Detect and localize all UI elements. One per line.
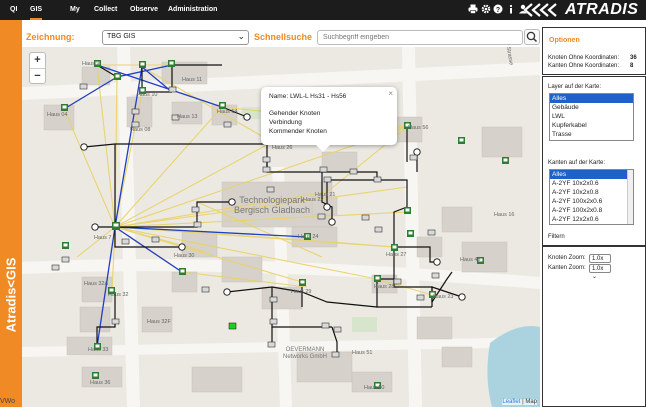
layer-option[interactable]: LWL: [550, 112, 633, 121]
search-input[interactable]: [317, 30, 523, 45]
map-label: Haus 33: [88, 347, 109, 353]
edge-option[interactable]: Alles: [550, 170, 633, 179]
zoom-out-button[interactable]: −: [30, 68, 45, 83]
map-label: Haus 26: [272, 145, 293, 151]
search-icon: [526, 31, 538, 43]
layer-listbox[interactable]: Alles Gebäude LWL Kupferkabel Trasse: [549, 93, 634, 141]
stat-edges-without-coords: Kanten Ohne Koordinaten: 8: [548, 63, 634, 69]
options-title: Optionen: [549, 37, 580, 44]
version-tag: VWo: [0, 398, 16, 405]
map-label: Haus 11: [182, 77, 203, 83]
edge-option[interactable]: A-2YF 10x2x0.6: [550, 179, 633, 188]
sidebar-title: Atradis<GIS: [3, 257, 19, 333]
nav-collect[interactable]: Collect: [94, 0, 117, 20]
top-navigation-bar: QI GIS My Collect Observe Administration…: [0, 0, 646, 20]
map-label: Haus 24: [298, 234, 319, 240]
leaflet-link[interactable]: Leaflet: [502, 399, 520, 405]
map-attribution: Leaflet | Map: [502, 399, 537, 405]
search-button[interactable]: [524, 29, 540, 45]
map-label: Haus 27: [386, 252, 407, 258]
popup-line[interactable]: Verbindung: [269, 118, 389, 127]
stat-nodes-without-coords: Knoten Ohne Koordinaten: 36: [548, 55, 637, 61]
edge-option[interactable]: A-2YF 10x2x0.8: [550, 188, 633, 197]
map-label: Haus 56: [408, 125, 429, 131]
map-label: Haus 50: [364, 385, 385, 391]
map-label: Haus 13: [177, 114, 198, 120]
info-icon[interactable]: [505, 4, 516, 15]
edge-option[interactable]: A-2YF 100x2x0.8: [550, 206, 633, 215]
atradis-logo-chevrons-icon: [523, 3, 557, 17]
map-label: Haus 14: [217, 109, 238, 115]
map-label: Haus 29: [291, 289, 312, 295]
map-label: Haus 32A: [84, 281, 109, 287]
layer-option[interactable]: Trasse: [550, 130, 633, 139]
nav-administration[interactable]: Administration: [168, 0, 217, 20]
map-canvas[interactable]: Haus 9 Haus 11 Haus 04 Haus 08 Haus 13 H…: [22, 47, 540, 407]
popup-line[interactable]: Kommender Knoten: [269, 127, 389, 136]
edge-option[interactable]: A-2YF 12x2x0.6: [550, 215, 633, 224]
help-icon[interactable]: ?: [492, 4, 503, 15]
nav-observe[interactable]: Observe: [130, 0, 158, 20]
layer-option[interactable]: Gebäude: [550, 103, 633, 112]
map-label: Haus 46: [460, 257, 481, 263]
layer-label: Layer auf der Karte:: [548, 84, 602, 90]
map-label: Haus 04: [47, 112, 68, 118]
chevron-down-icon: ⌄: [237, 31, 245, 41]
popup-title: Name: LWL-L Hs31 - Hs56: [269, 93, 347, 100]
svg-text:?: ?: [495, 7, 499, 14]
gear-icon[interactable]: [480, 4, 491, 15]
options-panel: Optionen Knoten Ohne Koordinaten: 36 Kant…: [542, 27, 646, 407]
close-icon[interactable]: ×: [388, 89, 393, 98]
map-label: Haus 08: [130, 127, 151, 133]
drawing-label: Zeichnung:: [26, 32, 75, 42]
zoom-settings-box: Knoten Zoom: 1.0x ⌄ Kanten Zoom: 1.0x ⌄: [542, 246, 646, 407]
filter-box: Layer auf der Karte: Alles Gebäude LWL K…: [542, 76, 646, 246]
edge-info-popup: × Name: LWL-L Hs31 - Hs56 Gehender Knote…: [261, 87, 397, 152]
edges-label: Kanten auf der Karte:: [548, 160, 606, 166]
map-label: Haus 51: [352, 350, 373, 356]
quicksearch-label: Schnellsuche: [254, 32, 313, 42]
edges-listbox[interactable]: Alles A-2YF 10x2x0.6 A-2YF 10x2x0.8 A-2Y…: [549, 169, 634, 225]
zoom-control: + −: [29, 52, 46, 84]
edges-scrollbar[interactable]: [627, 170, 633, 224]
map-label: Haus 9: [82, 61, 100, 67]
nav-qi[interactable]: QI: [10, 0, 17, 20]
drawing-select[interactable]: TBG GIS ⌄: [102, 30, 249, 45]
nav-my[interactable]: My: [70, 0, 80, 20]
node-zoom-label: Knoten Zoom:: [548, 255, 586, 261]
map-label: Haus 28: [374, 284, 395, 290]
map-credit: | Map: [522, 399, 537, 405]
map-toolbar: Zeichnung: TBG GIS ⌄ Schnellsuche: [22, 27, 540, 47]
nav-gis[interactable]: GIS: [30, 0, 43, 20]
brand-logo[interactable]: ATRADIS: [565, 1, 638, 19]
park-title: Technologiepark Bergisch Gladbach: [233, 195, 311, 215]
map-label: Haus 30: [174, 253, 195, 259]
edge-zoom-label: Kanten Zoom:: [548, 265, 586, 271]
map-label: Haus 36: [90, 380, 111, 386]
print-icon[interactable]: [467, 4, 478, 15]
app-sidebar: Atradis<GIS: [0, 20, 22, 407]
zoom-in-button[interactable]: +: [30, 53, 45, 68]
filter-button[interactable]: Filtern: [548, 234, 565, 240]
layer-option[interactable]: Alles: [550, 94, 633, 103]
company-label: OEVERMANN Networks GmbH: [282, 347, 327, 360]
map-label: Haus 16: [494, 212, 515, 218]
popup-line[interactable]: Gehender Knoten: [269, 109, 389, 118]
layer-option[interactable]: Kupferkabel: [550, 121, 633, 130]
map-label: Haus 7: [94, 235, 112, 241]
edge-option[interactable]: A-2YF 100x2x0.6: [550, 197, 633, 206]
map-label: Haus 32: [108, 292, 129, 298]
map-label: Haus 23: [433, 294, 454, 300]
options-header-box: Optionen Knoten Ohne Koordinaten: 36 Kant…: [542, 27, 646, 75]
edge-zoom-select[interactable]: 1.0x ⌄: [589, 264, 611, 280]
map-label: Haus 10: [137, 92, 158, 98]
drawing-select-value: TBG GIS: [107, 33, 136, 40]
map-label: Haus 32F: [147, 319, 171, 325]
node-zoom-select[interactable]: 1.0x ⌄: [589, 254, 611, 270]
